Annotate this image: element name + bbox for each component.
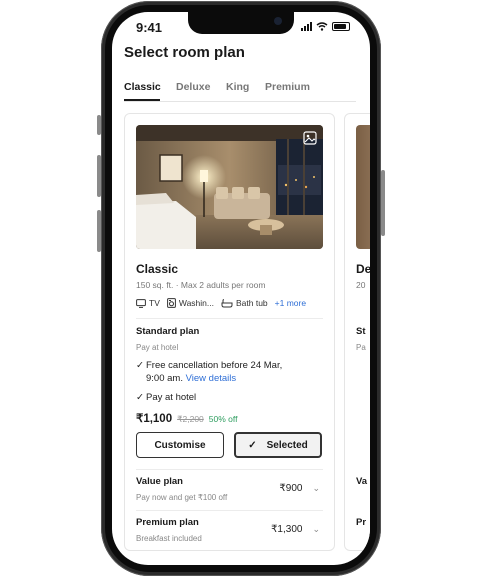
camera-icon <box>274 17 282 25</box>
selected-button[interactable]: ✓ Selected <box>234 432 322 458</box>
page-title: Select room plan <box>124 44 245 61</box>
room-card-deluxe-peek[interactable]: De 20 St Pa Va Pr <box>344 113 370 551</box>
benefit-text: Free cancellation before 24 Mar, <box>146 360 283 371</box>
app-screen: 9:41 Select room plan Classic Deluxe Kin… <box>112 12 370 565</box>
peek-room-name: De <box>356 262 370 276</box>
selected-label: Selected <box>266 439 308 451</box>
peek-premium-title: Pr <box>356 517 367 528</box>
amenity-washing: Washin... <box>166 298 214 308</box>
benefit-pay-at-hotel: ✓ Pay at hotel <box>136 391 196 404</box>
status-time: 9:41 <box>136 20 163 35</box>
checkmark-icon: ✓ <box>248 439 257 451</box>
status-icons <box>301 22 350 31</box>
value-plan-subtitle: Pay now and get ₹100 off <box>136 493 228 502</box>
premium-plan-price-wrap: ₹1,300 ⌄ <box>271 524 320 535</box>
check-icon: ✓ <box>136 392 144 403</box>
tab-premium[interactable]: Premium <box>265 81 310 93</box>
tab-classic[interactable]: Classic <box>124 81 161 93</box>
room-type-tabs: Classic Deluxe King Premium <box>124 81 356 102</box>
amenity-tv: TV <box>136 298 160 308</box>
value-plan-price-wrap: ₹900 ⌄ <box>279 483 320 494</box>
view-details-link[interactable]: View details <box>186 373 237 384</box>
price-original: ₹2,200 <box>177 414 204 424</box>
chevron-down-icon[interactable]: ⌄ <box>312 483 320 494</box>
value-plan-title: Value plan <box>136 476 183 487</box>
discount-badge: 50% off <box>208 414 238 424</box>
standard-plan-price: ₹1,100 ₹2,200 50% off <box>136 411 237 425</box>
room-details: 150 sq. ft. · Max 2 adults per room <box>136 280 266 290</box>
room-photo-image <box>136 125 323 249</box>
premium-plan-price: ₹1,300 <box>271 524 303 535</box>
premium-plan-subtitle: Breakfast included <box>136 534 202 543</box>
benefit-text-cont: 9:00 am. <box>146 373 183 384</box>
amenity-label: Bath tub <box>236 298 268 308</box>
benefit-text: Pay at hotel <box>146 392 197 403</box>
standard-plan-title: Standard plan <box>136 326 200 337</box>
room-photo-peek <box>356 125 370 249</box>
check-icon: ✓ <box>136 360 144 371</box>
peek-value-title: Va <box>356 476 368 487</box>
divider <box>136 318 323 319</box>
image-gallery-icon[interactable] <box>303 131 317 145</box>
peek-standard-title: St <box>356 326 366 337</box>
amenities-list: TV Washin... Bath tub +1 more <box>136 298 306 308</box>
cellular-signal-icon <box>301 22 312 31</box>
price-current: ₹1,100 <box>136 413 173 425</box>
tab-deluxe[interactable]: Deluxe <box>176 81 210 93</box>
customise-button[interactable]: Customise <box>136 432 224 458</box>
active-tab-indicator <box>124 99 160 101</box>
chevron-down-icon[interactable]: ⌄ <box>312 524 320 535</box>
standard-plan-subtitle: Pay at hotel <box>136 343 179 352</box>
battery-icon <box>332 22 350 31</box>
bathtub-icon <box>221 298 233 307</box>
amenity-label: Washin... <box>178 298 214 308</box>
peek-room-details: 20 <box>356 280 366 290</box>
tv-icon <box>136 298 146 308</box>
premium-plan-title: Premium plan <box>136 517 199 528</box>
divider <box>136 469 323 470</box>
phone-power-button <box>381 170 385 236</box>
divider <box>136 510 323 511</box>
room-card-classic: Classic 150 sq. ft. · Max 2 adults per r… <box>124 113 335 551</box>
dynamic-island <box>188 12 294 34</box>
more-amenities-link[interactable]: +1 more <box>275 298 306 308</box>
amenity-label: TV <box>149 298 160 308</box>
room-photo[interactable] <box>136 125 323 249</box>
benefit-free-cancellation: ✓ Free cancellation before 24 Mar, 9:00 a… <box>136 359 282 385</box>
tab-king[interactable]: King <box>226 81 249 93</box>
washing-machine-icon <box>166 298 176 308</box>
wifi-icon <box>316 22 328 31</box>
value-plan-price: ₹900 <box>279 483 303 494</box>
peek-standard-sub: Pa <box>356 343 366 352</box>
amenity-bathtub: Bath tub <box>221 298 268 308</box>
room-name: Classic <box>136 262 179 276</box>
